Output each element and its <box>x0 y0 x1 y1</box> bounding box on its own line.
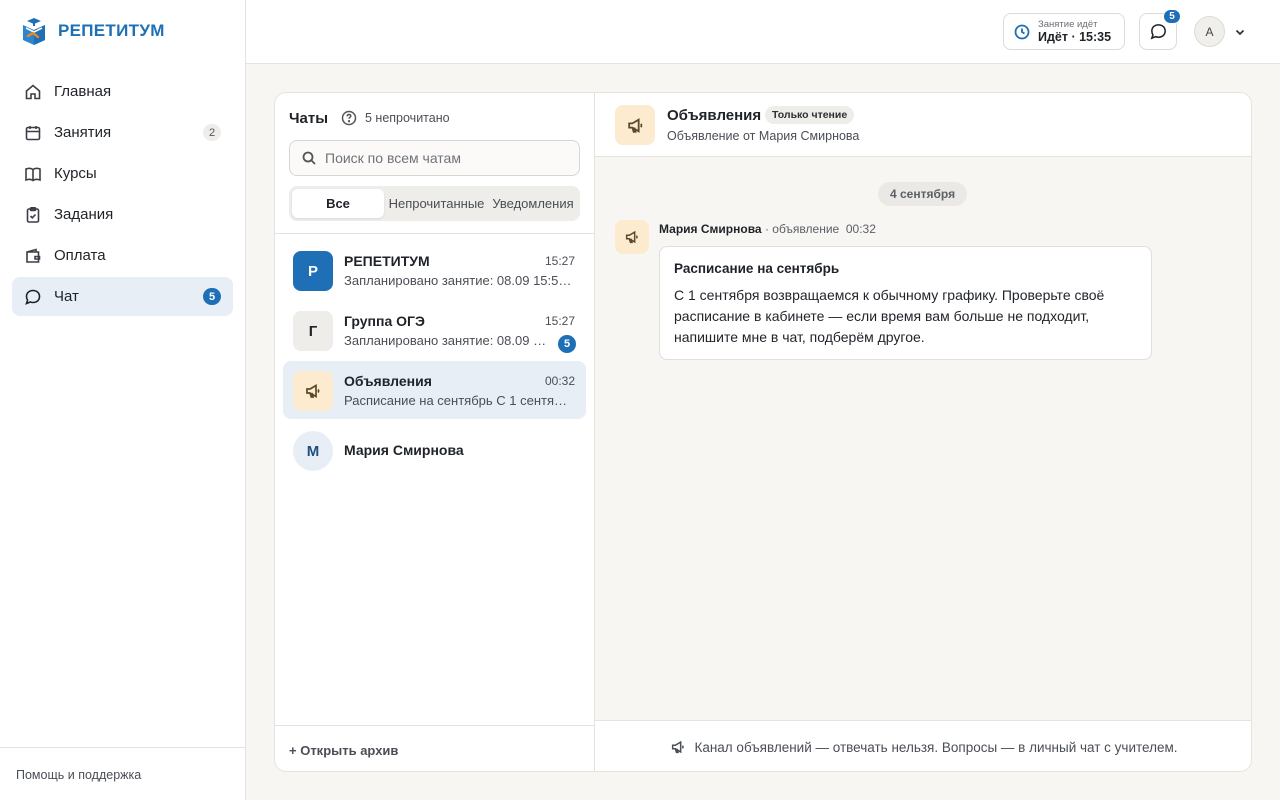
read-only-badge: Только чтение <box>765 106 855 124</box>
chat-list: Р РЕПЕТИТУМ 15:27 Запланировано занятие:… <box>283 241 586 481</box>
conversation-header: Объявления Только чтение Объявление от М… <box>595 93 1251 157</box>
conversation-title: Объявления <box>667 107 762 124</box>
nav-item-payment[interactable]: Оплата <box>12 236 233 275</box>
chat-item-announcements[interactable]: Объявления 00:32 Расписание на сентябрь … <box>283 361 586 419</box>
date-divider: 4 сентября <box>878 182 968 206</box>
chat-name: Мария Смирнова <box>344 442 464 458</box>
nav-item-chat[interactable]: Чат 5 <box>12 277 233 316</box>
read-only-notice: Канал объявлений — отвечать нельзя. Вопр… <box>595 720 1251 771</box>
message-meta: Мария Смирнова · объявление 00:32 <box>659 222 876 236</box>
chat-unread-badge: 5 <box>558 335 576 353</box>
brand-name: РЕПЕТИТУМ <box>58 21 165 40</box>
megaphone-icon <box>672 740 685 754</box>
megaphone-icon <box>615 105 655 145</box>
read-only-notice-text: Канал объявлений — отвечать нельзя. Вопр… <box>694 739 1178 755</box>
lesson-status-label: Занятие идёт <box>1038 18 1098 30</box>
nav-label: Задания <box>54 206 114 223</box>
user-avatar[interactable]: A <box>1194 16 1225 47</box>
conversation-pane: Объявления Только чтение Объявление от М… <box>595 93 1251 771</box>
calendar-icon <box>24 124 42 142</box>
chat-name: РЕПЕТИТУМ <box>344 253 430 269</box>
nav-item-courses[interactable]: Курсы <box>12 154 233 193</box>
top-bar: Занятие идёт Идёт · 15:35 5 A <box>246 0 1280 64</box>
nav-label: Курсы <box>54 165 97 182</box>
chat-time: 00:32 <box>544 374 575 388</box>
chevron-down-icon[interactable] <box>1234 25 1246 37</box>
chat-unread-badge: 5 <box>203 288 221 305</box>
chat-bubble-icon <box>1150 24 1166 40</box>
search-box <box>289 140 580 176</box>
home-icon <box>24 83 42 101</box>
chat-name: Объявления <box>344 373 432 389</box>
nav-item-tasks[interactable]: Задания <box>12 195 233 234</box>
megaphone-icon <box>615 220 649 254</box>
tab-unread[interactable]: Непрочитанные <box>384 189 489 218</box>
open-archive-link[interactable]: + Открыть архив <box>275 725 595 771</box>
chat-filter-tabs: Все Непрочитанные Уведомления <box>289 186 580 221</box>
tab-all[interactable]: Все <box>292 189 384 218</box>
main-nav: Главная Занятия 2 Курсы Задания Оплата Ч… <box>12 72 233 318</box>
chat-item-maria-smirnova[interactable]: М Мария Смирнова <box>283 421 586 479</box>
book-icon <box>24 165 42 183</box>
sidebar: РЕПЕТИТУМ Главная Занятия 2 Курсы Задани… <box>0 0 246 800</box>
chat-preview: Запланировано занятие: 08.09 … <box>344 333 547 348</box>
help-support-link[interactable]: Помощь и поддержка <box>0 747 245 800</box>
chats-title: Чаты <box>289 110 329 127</box>
wallet-icon <box>24 247 42 265</box>
nav-label: Чат <box>54 288 79 305</box>
message-kind: · объявление <box>764 222 840 236</box>
chat-preview: Расписание на сентябрь С 1 сентяб… <box>344 393 574 408</box>
message-time: 00:32 <box>845 222 876 236</box>
chat-list-pane: Чаты 5 непрочитано Все Непрочитанные Уве… <box>275 93 595 771</box>
search-input[interactable] <box>325 150 565 166</box>
chat-preview: Запланировано занятие: 08.09 15:5… <box>344 273 572 288</box>
divider <box>275 233 595 234</box>
chat-name: Группа ОГЭ <box>344 313 425 329</box>
lessons-count-badge: 2 <box>203 124 221 141</box>
help-circle-icon[interactable] <box>341 110 357 126</box>
nav-label: Главная <box>54 83 112 100</box>
nav-item-home[interactable]: Главная <box>12 72 233 111</box>
nav-item-lessons[interactable]: Занятия 2 <box>12 113 233 152</box>
chat-item-group-oge[interactable]: Г Группа ОГЭ 15:27 Запланировано занятие… <box>283 301 586 359</box>
message-title: Расписание на сентябрь <box>674 261 840 276</box>
brand-mark-icon <box>23 18 45 45</box>
chat-avatar: М <box>293 431 333 471</box>
nav-label: Оплата <box>54 247 106 264</box>
message-author: Мария Смирнова <box>659 222 762 236</box>
messages-button[interactable]: 5 <box>1139 9 1181 50</box>
clock-icon <box>1014 24 1030 39</box>
tab-notifications[interactable]: Уведомления <box>489 189 577 218</box>
lesson-status-text: Занятие идёт Идёт · 15:35 <box>1038 19 1111 45</box>
brand-logo[interactable]: РЕПЕТИТУМ <box>20 16 165 46</box>
chat-avatar: Р <box>293 251 333 291</box>
nav-label: Занятия <box>54 124 112 141</box>
chat-panel: Чаты 5 непрочитано Все Непрочитанные Уве… <box>274 92 1252 772</box>
message-bubble: Расписание на сентябрь С 1 сентября возв… <box>659 246 1152 360</box>
message-text: С 1 сентября возвращаемся к обычному гра… <box>674 287 1105 345</box>
chat-time: 15:27 <box>544 254 575 268</box>
message-area[interactable]: 4 сентября Мария Смирнова · объявление 0… <box>595 157 1251 720</box>
chat-item-repetitum[interactable]: Р РЕПЕТИТУМ 15:27 Запланировано занятие:… <box>283 241 586 299</box>
chat-avatar: Г <box>293 311 333 351</box>
lesson-status-button[interactable]: Занятие идёт Идёт · 15:35 <box>1003 13 1125 50</box>
lesson-status-value: Идёт · 15:35 <box>1038 29 1112 44</box>
megaphone-icon <box>293 371 333 411</box>
clipboard-icon <box>24 206 42 224</box>
unread-summary: 5 непрочитано <box>365 111 450 125</box>
search-icon <box>302 151 316 165</box>
messages-badge: 5 <box>1163 9 1181 24</box>
conversation-subtitle: Объявление от Мария Смирнова <box>667 129 860 143</box>
chat-time: 15:27 <box>544 314 575 328</box>
chat-icon <box>24 288 42 306</box>
